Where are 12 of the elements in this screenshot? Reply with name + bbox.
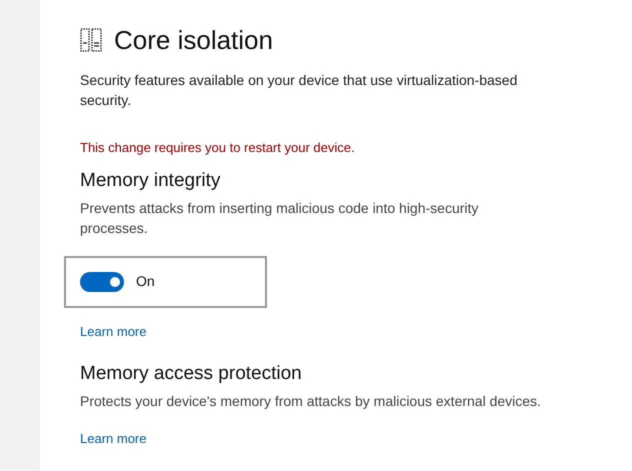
section-heading: Memory integrity <box>80 168 222 192</box>
restart-warning: This change requires you to restart your device. <box>80 139 356 157</box>
section-heading: Memory access protection <box>80 362 303 386</box>
section-description: Protects your device's memory from attacks by malicious external devices. <box>80 392 542 411</box>
page-title: Core isolation <box>114 24 273 56</box>
learn-more-link[interactable]: Learn more <box>80 322 146 341</box>
chip-icon <box>80 28 102 52</box>
toggle-label: On <box>136 272 155 291</box>
section-description: Prevents attacks from inserting malicious code into high-security processes. <box>80 198 480 238</box>
toggle-switch[interactable] <box>80 272 124 292</box>
page-description: Security features available on your device that use virtualization-based security. <box>80 71 518 110</box>
learn-more-link[interactable]: Learn more <box>80 429 146 448</box>
